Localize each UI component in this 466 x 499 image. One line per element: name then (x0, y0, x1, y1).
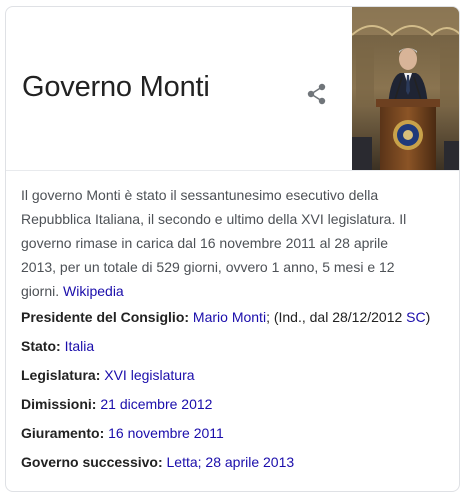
italia-link[interactable]: Italia (65, 338, 95, 354)
facts-list: Presidente del Consiglio: Mario Monti; (… (21, 307, 451, 481)
fact-row-legislatura: Legislatura: XVI legislatura (21, 365, 451, 394)
fact-row-governo-successivo: Governo successivo: Letta; 28 aprile 201… (21, 452, 451, 481)
description: Il governo Monti è stato il sessantunesi… (21, 183, 421, 303)
fact-row-stato: Stato: Italia (21, 336, 451, 365)
giuramento-date-link[interactable]: 16 novembre 2011 (108, 425, 224, 441)
fact-row-giuramento: Giuramento: 16 novembre 2011 (21, 423, 451, 452)
fact-label: Stato: (21, 338, 65, 354)
fact-row-dimissioni: Dimissioni: 21 dicembre 2012 (21, 394, 451, 423)
fact-text: ; (Ind., dal 28/12/2012 (266, 309, 407, 325)
podium-photo[interactable] (352, 7, 459, 170)
fact-label: Giuramento: (21, 425, 109, 441)
knowledge-panel-card: Governo Monti Il governo Monti è stato i… (5, 6, 460, 492)
fact-value: Mario Monti; (Ind., dal 28/12/2012 SC) (193, 309, 430, 325)
fact-text: ) (425, 309, 431, 325)
fact-label: Legislatura: (21, 367, 105, 383)
dimissioni-date-link[interactable]: 21 dicembre 2012 (100, 396, 212, 412)
fact-label: Governo successivo: (21, 454, 167, 470)
mario-monti-link[interactable]: Mario Monti (193, 309, 266, 325)
legislatura-link[interactable]: XVI legislatura (104, 367, 194, 383)
governo-successivo-link[interactable]: Letta; 28 aprile 2013 (167, 454, 295, 470)
sc-link[interactable]: SC (406, 309, 425, 325)
wikipedia-link[interactable]: Wikipedia (63, 283, 124, 299)
fact-label: Dimissioni: (21, 396, 101, 412)
panel-header: Governo Monti (6, 7, 459, 171)
panel-title: Governo Monti (22, 71, 210, 103)
share-icon[interactable] (304, 81, 330, 107)
fact-row-presidente: Presidente del Consiglio: Mario Monti; (… (21, 307, 451, 336)
fact-label: Presidente del Consiglio: (21, 309, 193, 325)
